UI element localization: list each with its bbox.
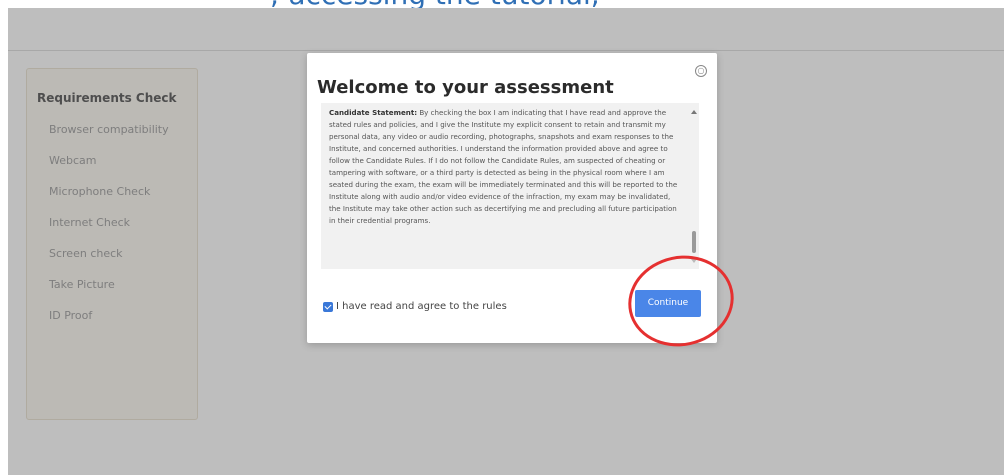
- agree-checkbox[interactable]: [323, 301, 333, 312]
- statement-heading: Candidate Statement:: [329, 108, 418, 117]
- agree-row[interactable]: I have read and agree to the rules: [323, 296, 507, 315]
- modal-title: Welcome to your assessment: [317, 77, 614, 98]
- top-caption-strip: ; accessing the tutorial;: [0, 0, 1004, 8]
- candidate-statement-box[interactable]: Candidate Statement: By checking the box…: [321, 103, 699, 269]
- scroll-thumb[interactable]: [692, 231, 696, 253]
- candidate-statement: Candidate Statement: By checking the box…: [329, 107, 684, 227]
- app-window: Requirements Check Browser compatibility…: [8, 8, 1004, 475]
- statement-body: By checking the box I am indicating that…: [329, 108, 678, 225]
- caption-text: ; accessing the tutorial;: [270, 0, 600, 8]
- scroll-up-icon[interactable]: [691, 110, 697, 114]
- statement-scrollbar[interactable]: [689, 103, 699, 269]
- agree-label[interactable]: I have read and agree to the rules: [336, 301, 507, 312]
- close-icon[interactable]: ○: [695, 65, 707, 77]
